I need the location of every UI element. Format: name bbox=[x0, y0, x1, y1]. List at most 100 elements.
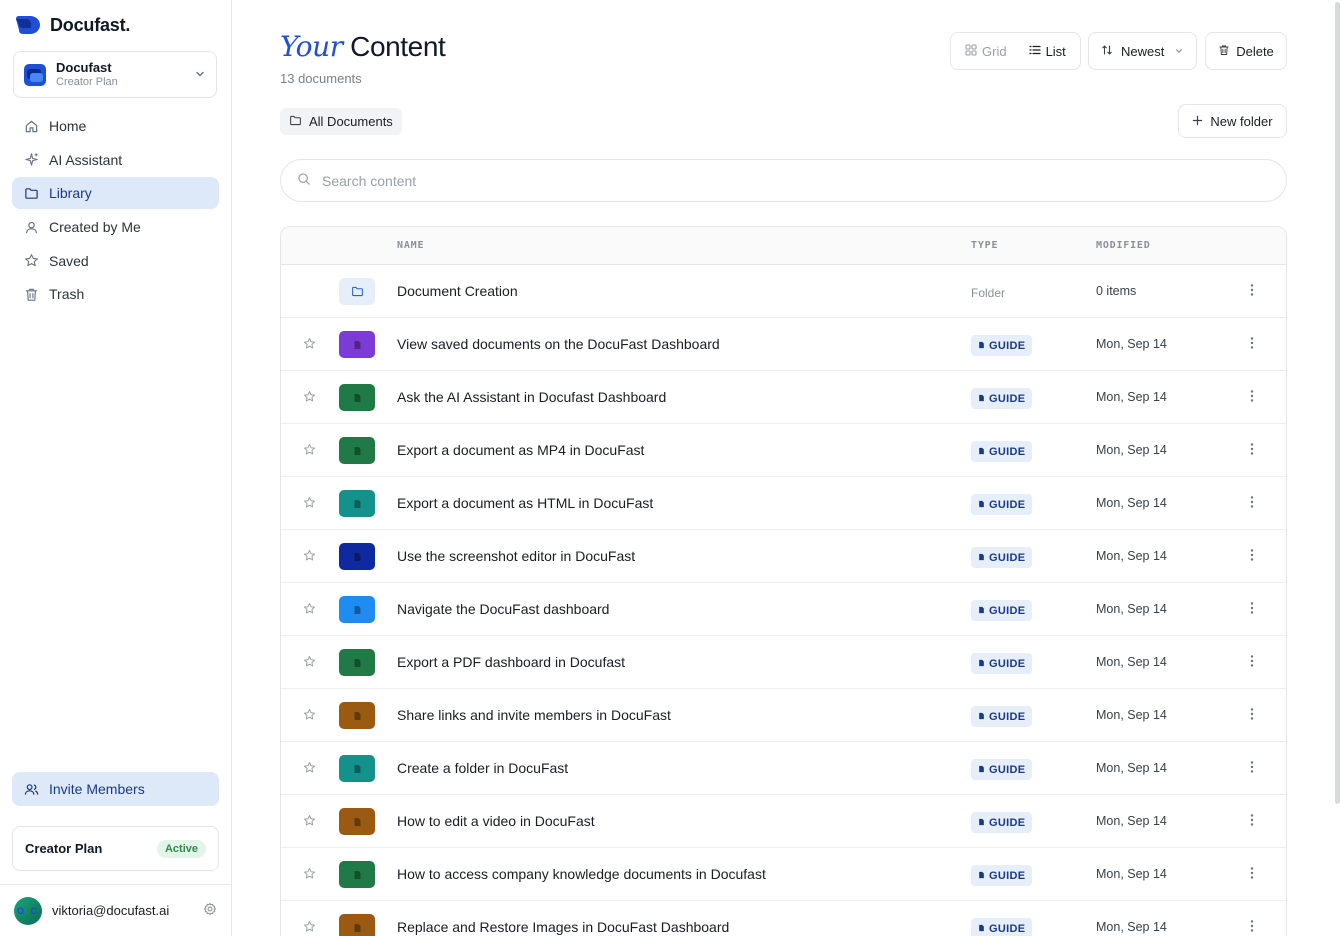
row-name[interactable]: How to edit a video in DocuFast bbox=[397, 813, 595, 829]
star-icon[interactable] bbox=[303, 496, 316, 512]
sidebar-item-created-by-me[interactable]: Created by Me bbox=[12, 211, 219, 243]
grid-view-button[interactable]: Grid bbox=[955, 37, 1017, 65]
row-name[interactable]: Ask the AI Assistant in Docufast Dashboa… bbox=[397, 389, 666, 405]
more-options-icon[interactable] bbox=[1250, 548, 1254, 565]
table-row[interactable]: View saved documents on the DocuFast Das… bbox=[281, 318, 1286, 371]
avatar[interactable]: O C bbox=[14, 896, 42, 925]
sidebar-item-trash[interactable]: Trash bbox=[12, 278, 219, 310]
more-options-icon[interactable] bbox=[1250, 866, 1254, 883]
star-icon[interactable] bbox=[303, 602, 316, 618]
column-header-type[interactable]: TYPE bbox=[971, 240, 998, 251]
table-row[interactable]: Share links and invite members in DocuFa… bbox=[281, 689, 1286, 742]
brand-logo[interactable]: Docufast. bbox=[14, 14, 130, 36]
invite-members-button[interactable]: Invite Members bbox=[12, 772, 219, 806]
row-name[interactable]: View saved documents on the DocuFast Das… bbox=[397, 336, 720, 352]
document-icon bbox=[978, 817, 985, 829]
document-count: 13 documents bbox=[280, 71, 362, 86]
sidebar-item-saved[interactable]: Saved bbox=[12, 245, 219, 277]
row-modified: Mon, Sep 14 bbox=[1096, 708, 1167, 722]
sidebar-item-ai-assistant[interactable]: AI Assistant bbox=[12, 144, 219, 176]
sidebar-item-home[interactable]: Home bbox=[12, 110, 219, 142]
table-row[interactable]: Create a folder in DocuFast GUIDE Mon, Sep… bbox=[281, 742, 1286, 795]
plan-card[interactable]: Creator Plan Active bbox=[12, 826, 219, 871]
row-name[interactable]: How to access company knowledge document… bbox=[397, 866, 766, 882]
star-icon[interactable] bbox=[303, 867, 316, 883]
user-icon bbox=[24, 220, 39, 235]
more-options-icon[interactable] bbox=[1250, 601, 1254, 618]
new-folder-button[interactable]: New folder bbox=[1178, 104, 1287, 138]
star-icon[interactable] bbox=[303, 761, 316, 777]
table-row[interactable]: Export a document as MP4 in DocuFast GUID… bbox=[281, 424, 1286, 477]
more-options-icon[interactable] bbox=[1250, 389, 1254, 406]
sidebar: Docufast. Docufast Creator Plan Home AI … bbox=[0, 0, 232, 936]
more-options-icon[interactable] bbox=[1250, 707, 1254, 724]
more-options-icon[interactable] bbox=[1250, 760, 1254, 777]
more-options-icon[interactable] bbox=[1250, 336, 1254, 353]
sidebar-item-library[interactable]: Library bbox=[12, 177, 219, 210]
star-icon[interactable] bbox=[303, 443, 316, 459]
user-account[interactable]: O C viktoria@docufast.ai bbox=[0, 884, 231, 936]
row-name[interactable]: Export a PDF dashboard in Docufast bbox=[397, 654, 625, 670]
more-options-icon[interactable] bbox=[1250, 654, 1254, 671]
row-name[interactable]: Navigate the DocuFast dashboard bbox=[397, 601, 609, 617]
delete-button[interactable]: Delete bbox=[1205, 32, 1287, 70]
table-row[interactable]: Export a document as HTML in DocuFast GUI… bbox=[281, 477, 1286, 530]
more-options-icon[interactable] bbox=[1250, 495, 1254, 512]
list-view-button[interactable]: List bbox=[1019, 37, 1076, 65]
table-row[interactable]: Ask the AI Assistant in Docufast Dashboa… bbox=[281, 371, 1286, 424]
docufast-logo-icon bbox=[14, 14, 42, 36]
workspace-name: Docufast bbox=[56, 59, 112, 75]
workspace-switcher[interactable]: Docufast Creator Plan bbox=[13, 51, 217, 98]
document-icon bbox=[978, 711, 985, 723]
table-row[interactable]: Navigate the DocuFast dashboard GUIDE Mon,… bbox=[281, 583, 1286, 636]
row-name[interactable]: Export a document as MP4 in DocuFast bbox=[397, 442, 644, 458]
more-options-icon[interactable] bbox=[1250, 919, 1254, 936]
user-email: viktoria@docufast.ai bbox=[52, 903, 170, 918]
star-icon[interactable] bbox=[303, 549, 316, 565]
search-input[interactable] bbox=[322, 172, 1222, 189]
table-row[interactable]: How to access company knowledge document… bbox=[281, 848, 1286, 901]
row-type: GUIDE bbox=[971, 547, 1033, 568]
table-row[interactable]: Replace and Restore Images in DocuFast D… bbox=[281, 901, 1286, 936]
scrollbar[interactable] bbox=[1335, 2, 1340, 804]
breadcrumb[interactable]: All Documents bbox=[280, 108, 402, 135]
star-icon[interactable] bbox=[303, 708, 316, 724]
table-row[interactable]: How to edit a video in DocuFast GUIDE Mon,… bbox=[281, 795, 1286, 848]
star-icon[interactable] bbox=[303, 814, 316, 830]
row-name[interactable]: Replace and Restore Images in DocuFast D… bbox=[397, 919, 729, 935]
star-icon[interactable] bbox=[303, 655, 316, 671]
sidebar-item-label: AI Assistant bbox=[49, 151, 123, 168]
sidebar-item-label: Saved bbox=[49, 252, 89, 269]
table-row[interactable]: Document Creation Folder 0 items bbox=[281, 265, 1286, 318]
row-name[interactable]: Document Creation bbox=[397, 283, 518, 299]
row-modified: Mon, Sep 14 bbox=[1096, 549, 1167, 563]
gear-icon[interactable] bbox=[203, 902, 217, 919]
more-options-icon[interactable] bbox=[1250, 442, 1254, 459]
main-content: Your Content 13 documents Grid List Newe… bbox=[280, 0, 1287, 936]
star-icon[interactable] bbox=[303, 920, 316, 936]
star-icon[interactable] bbox=[303, 390, 316, 406]
star-icon[interactable] bbox=[303, 337, 316, 353]
row-modified: Mon, Sep 14 bbox=[1096, 443, 1167, 457]
row-type: GUIDE bbox=[971, 494, 1033, 515]
document-icon bbox=[978, 605, 985, 617]
row-type: GUIDE bbox=[971, 653, 1033, 674]
row-name[interactable]: Share links and invite members in DocuFa… bbox=[397, 707, 671, 723]
status-badge: Active bbox=[156, 839, 206, 858]
list-icon bbox=[1028, 44, 1041, 59]
column-header-name[interactable]: NAME bbox=[397, 240, 424, 251]
row-type-label: GUIDE bbox=[989, 763, 1026, 776]
more-options-icon[interactable] bbox=[1250, 813, 1254, 830]
table-row[interactable]: Export a PDF dashboard in Docufast GUIDE M… bbox=[281, 636, 1286, 689]
row-name[interactable]: Export a document as HTML in DocuFast bbox=[397, 495, 653, 511]
document-thumbnail bbox=[339, 755, 375, 782]
sort-dropdown[interactable]: Newest bbox=[1088, 32, 1197, 70]
row-name[interactable]: Create a folder in DocuFast bbox=[397, 760, 568, 776]
list-view-label: List bbox=[1045, 43, 1066, 59]
delete-label: Delete bbox=[1236, 43, 1274, 59]
more-options-icon[interactable] bbox=[1250, 283, 1254, 300]
row-name[interactable]: Use the screenshot editor in DocuFast bbox=[397, 548, 635, 564]
table-row[interactable]: Use the screenshot editor in DocuFast GUI… bbox=[281, 530, 1286, 583]
row-type: GUIDE bbox=[971, 335, 1033, 356]
column-header-modified[interactable]: MODIFIED bbox=[1096, 240, 1151, 251]
